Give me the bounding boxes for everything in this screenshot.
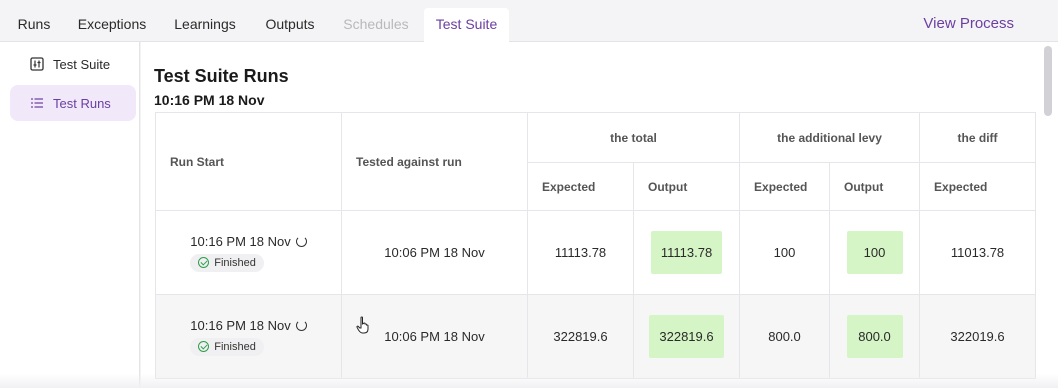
tab-runs[interactable]: Runs <box>0 0 68 42</box>
tested-against-cell: 10:06 PM 18 Nov <box>341 210 528 295</box>
check-circle-icon <box>198 341 210 352</box>
levy-output-cell: 100 <box>829 210 921 295</box>
scrollbar[interactable] <box>1044 46 1052 116</box>
run-start-cell: 10:16 PM 18 Nov Finished <box>155 210 342 295</box>
tab-outputs[interactable]: Outputs <box>252 0 328 42</box>
total-output-cell: 11113.78 <box>632 210 741 295</box>
top-tab-bar: Runs Exceptions Learnings Outputs Schedu… <box>0 0 1058 43</box>
levy-expected-cell: 800.0 <box>739 294 831 379</box>
view-process-link[interactable]: View Process <box>923 0 1014 48</box>
group-header-additional-levy: the additional levy <box>739 112 921 163</box>
match-output-value: 322819.6 <box>649 315 724 358</box>
test-runs-table: Run Start Tested against run the total t… <box>155 112 1037 379</box>
refresh-spinner-icon <box>295 319 307 331</box>
status-text: Finished <box>214 340 256 353</box>
check-circle-icon <box>198 257 210 268</box>
sidebar-item-test-suite[interactable]: Test Suite <box>10 46 136 82</box>
run-start-time: 10:16 PM 18 Nov <box>190 317 291 333</box>
total-expected-cell: 322819.6 <box>527 294 634 379</box>
match-output-value: 800.0 <box>846 315 903 358</box>
sidebar-item-label: Test Suite <box>53 56 111 72</box>
diff-expected-cell: 11013.78 <box>919 210 1037 295</box>
test-suite-icon <box>30 57 44 71</box>
list-icon <box>31 98 43 108</box>
column-header-tested-against[interactable]: Tested against run <box>341 112 528 211</box>
subheader-output: Output <box>632 162 741 211</box>
diff-expected-cell: 322019.6 <box>919 294 1037 379</box>
sidebar: Test Suite Test Runs <box>0 42 140 388</box>
page-title: Test Suite Runs <box>154 66 289 86</box>
tab-exceptions[interactable]: Exceptions <box>68 0 156 42</box>
subheader-expected: Expected <box>527 162 634 211</box>
refresh-spinner-icon <box>295 235 307 247</box>
tab-test-suite[interactable]: Test Suite <box>424 8 509 43</box>
table-row[interactable]: 10:16 PM 18 Nov Finished 10:06 PM 18 Nov… <box>155 210 1037 295</box>
levy-expected-cell: 100 <box>739 210 831 295</box>
match-output-value: 100 <box>846 231 903 274</box>
page-subtitle: 10:16 PM 18 Nov <box>154 92 265 108</box>
group-header-total: the total <box>526 112 741 163</box>
subheader-output: Output <box>829 162 921 211</box>
bottom-fade <box>0 374 1058 388</box>
subheader-expected: Expected <box>739 162 831 211</box>
tab-learnings[interactable]: Learnings <box>158 0 252 42</box>
status-badge: Finished <box>190 253 264 272</box>
tested-against-cell: 10:06 PM 18 Nov <box>341 294 528 379</box>
total-expected-cell: 11113.78 <box>527 210 634 295</box>
status-text: Finished <box>214 256 256 269</box>
hand-cursor-icon <box>356 316 369 334</box>
main-panel: Test Suite Runs 10:16 PM 18 Nov Run Star… <box>141 42 1058 388</box>
status-badge: Finished <box>190 337 264 356</box>
sidebar-item-label: Test Runs <box>53 95 111 111</box>
run-start-time: 10:16 PM 18 Nov <box>190 233 291 249</box>
sidebar-item-test-runs[interactable]: Test Runs <box>10 85 136 121</box>
levy-output-cell: 800.0 <box>829 294 921 379</box>
subheader-expected: Expected <box>919 162 1037 211</box>
column-header-run-start[interactable]: Run Start <box>155 112 342 211</box>
match-output-value: 11113.78 <box>650 231 723 274</box>
total-output-cell: 322819.6 <box>632 294 741 379</box>
run-start-cell: 10:16 PM 18 Nov Finished <box>155 294 342 379</box>
group-header-diff: the diff <box>919 112 1037 163</box>
tab-schedules: Schedules <box>343 16 409 32</box>
table-row[interactable]: 10:16 PM 18 Nov Finished 10:06 PM 18 Nov… <box>155 294 1037 379</box>
